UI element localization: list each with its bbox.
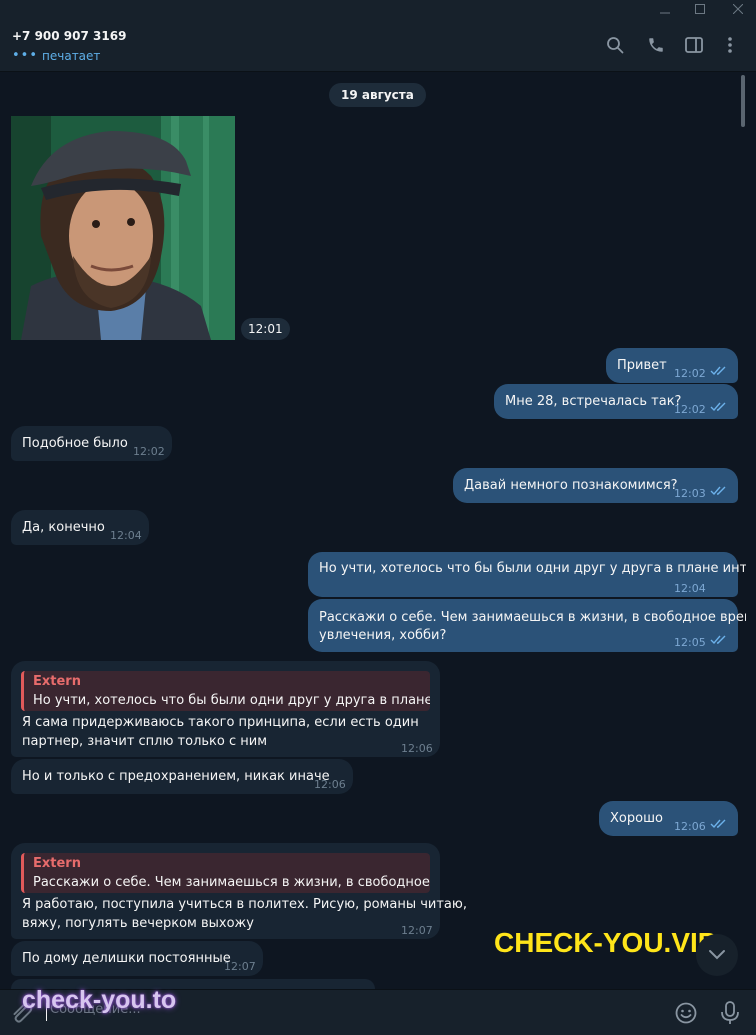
message-time: 12:04 (110, 529, 142, 542)
message-text: Да, конечно (22, 520, 105, 535)
typing-dots-icon: ••• (12, 47, 39, 63)
double-check-icon (710, 819, 726, 829)
message-time: 12:02 (674, 367, 706, 380)
message-outgoing[interactable]: Привет 12:02 (606, 348, 738, 383)
message-outgoing[interactable]: Но учти, хотелось что бы были одни друг … (308, 552, 746, 597)
typing-status-text: печатает (42, 49, 101, 63)
message-time: 12:06 (314, 778, 346, 791)
date-separator: 19 августа (329, 83, 426, 107)
double-check-icon (710, 402, 726, 412)
message-time: 12:06 (401, 742, 433, 755)
double-check-icon (710, 366, 726, 376)
message-time: 12:07 (224, 960, 256, 973)
message-outgoing[interactable]: Давай немного познакомимся? 12:03 (453, 468, 738, 503)
reply-author: Extern (33, 856, 81, 871)
message-composer: Сообщение... check-you.to (0, 986, 756, 1035)
photo-image (11, 116, 235, 340)
message-text-line2: увлечения, хобби? (319, 628, 447, 643)
message-incoming[interactable]: Да, конечно 12:04 (11, 510, 149, 545)
double-check-icon (710, 486, 726, 496)
minimize-icon (660, 12, 670, 14)
maximize-button[interactable] (682, 0, 718, 18)
message-outgoing[interactable]: Расскажи о себе. Чем занимаешься в жизни… (308, 599, 746, 652)
watermark-small: check-you.to (22, 986, 177, 1014)
message-time: 12:07 (401, 924, 433, 937)
message-time: 12:02 (133, 445, 165, 458)
more-vert-icon[interactable] (718, 33, 742, 57)
chat-header: +7 900 907 3169 ••• печатает (0, 18, 756, 72)
message-text: Подобное было (22, 436, 128, 451)
message-text-line2: вяжу, погулять вечерком выхожу (22, 916, 254, 931)
sidebar-toggle-icon[interactable] (682, 33, 706, 57)
message-text: Но и только с предохранением, никак инач… (22, 769, 330, 784)
message-text: Давай немного познакомимся? (464, 478, 678, 493)
scroll-down-button[interactable] (696, 934, 738, 976)
chevron-down-icon (709, 950, 725, 960)
search-icon[interactable] (603, 33, 627, 57)
typing-status: ••• печатает (12, 47, 101, 64)
message-outgoing[interactable]: Мне 28, встречалась так? 12:02 (494, 384, 738, 419)
message-text: Хорошо (610, 811, 663, 826)
message-incoming-reply[interactable]: Extern Расскажи о себе. Чем занимаешься … (11, 843, 467, 939)
message-list[interactable]: 19 августа 12:01 Привет 12:02 Мне 28, вс… (0, 73, 746, 989)
photo-timestamp: 12:01 (241, 318, 290, 340)
scrollbar[interactable] (741, 75, 745, 127)
message-text-line2: партнер, значит сплю только с ним (22, 734, 268, 749)
message-text: Мне 28, встречалась так? (505, 394, 682, 409)
message-time: 12:02 (674, 403, 706, 416)
message-text-line1: Я сама придерживаюсь такого принципа, ес… (22, 715, 419, 730)
message-incoming-reply[interactable]: Extern Но учти, хотелось что бы были одн… (11, 661, 440, 757)
close-icon (733, 4, 743, 14)
photo-message[interactable] (11, 116, 235, 340)
message-outgoing[interactable]: Хорошо 12:06 (599, 801, 738, 836)
reply-quote[interactable]: Extern Расскажи о себе. Чем занимаешься … (21, 853, 430, 893)
message-text-line1: Расскажи о себе. Чем занимаешься в жизни… (319, 610, 746, 625)
message-text-line1: Я работаю, поступила учиться в политех. … (22, 897, 467, 912)
message-text: По дому делишки постоянные (22, 951, 231, 966)
phone-icon[interactable] (644, 33, 668, 57)
microphone-icon[interactable] (718, 1000, 742, 1026)
message-incoming[interactable]: Но и только с предохранением, никак инач… (11, 759, 353, 794)
emoji-icon[interactable] (674, 1001, 698, 1025)
watermark-big: CHECK-YOU.VIP (494, 927, 717, 958)
reply-text: Расскажи о себе. Чем занимаешься в жизни… (33, 875, 430, 890)
message-time: 12:06 (674, 820, 706, 833)
window-titlebar (0, 0, 756, 18)
maximize-icon (695, 4, 705, 14)
reply-quote[interactable]: Extern Но учти, хотелось что бы были одн… (21, 671, 430, 711)
message-time: 12:05 (674, 636, 706, 649)
message-incoming[interactable]: Подобное было 12:02 (11, 426, 172, 461)
minimize-button[interactable] (647, 0, 683, 18)
close-window-button[interactable] (720, 0, 756, 18)
message-incoming[interactable]: По дому делишки постоянные 12:07 (11, 941, 263, 976)
message-text: Привет (617, 358, 667, 373)
contact-name[interactable]: +7 900 907 3169 (12, 29, 126, 43)
message-time: 12:03 (674, 487, 706, 500)
double-check-icon (710, 635, 726, 645)
reply-text: Но учти, хотелось что бы были одни друг … (33, 693, 430, 708)
message-text: Но учти, хотелось что бы были одни друг … (319, 561, 746, 576)
message-time: 12:04 (674, 582, 706, 595)
reply-author: Extern (33, 674, 81, 689)
